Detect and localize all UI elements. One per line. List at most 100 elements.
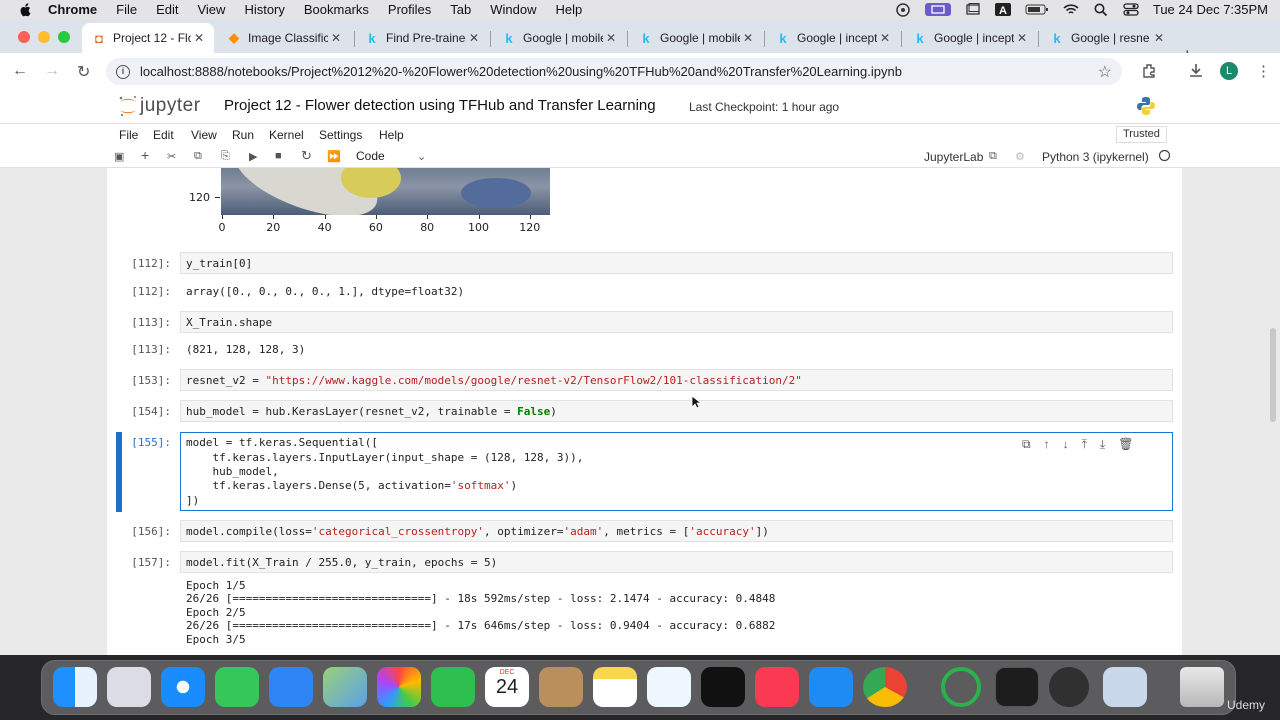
tab-project-12[interactable]: ◘ Project 12 - Flo ✕ bbox=[82, 23, 214, 53]
insert-cell-icon[interactable]: + bbox=[141, 147, 149, 163]
back-arrow-icon[interactable]: ← bbox=[12, 62, 28, 80]
nb-menu-edit[interactable]: Edit bbox=[153, 128, 174, 142]
menu-help[interactable]: Help bbox=[556, 2, 583, 17]
activity-ring-icon[interactable] bbox=[941, 667, 981, 707]
terminal-icon[interactable] bbox=[995, 667, 1039, 707]
close-tab-icon[interactable]: ✕ bbox=[1017, 31, 1027, 45]
menu-profiles[interactable]: Profiles bbox=[388, 2, 431, 17]
tab-google-resnet[interactable]: k Google | resne ✕ bbox=[1040, 23, 1174, 53]
code-cell-112[interactable] bbox=[180, 252, 1173, 274]
menu-edit[interactable]: Edit bbox=[156, 2, 178, 17]
kernel-name[interactable]: Python 3 (ipykernel) bbox=[1042, 150, 1149, 164]
bookmark-star-icon[interactable]: ☆ bbox=[1098, 62, 1112, 82]
cell-type-select[interactable]: Code bbox=[356, 149, 385, 163]
nb-menu-settings[interactable]: Settings bbox=[319, 128, 362, 142]
menu-file[interactable]: File bbox=[116, 2, 137, 17]
chevron-down-icon[interactable]: ⌄ bbox=[417, 150, 426, 163]
reload-icon[interactable]: ↻ bbox=[77, 62, 90, 82]
restart-icon[interactable]: ↻ bbox=[301, 148, 312, 164]
stop-icon[interactable]: ■ bbox=[275, 150, 282, 162]
cell-155-line-4[interactable]: tf.keras.layers.Dense(5, activation='sof… bbox=[186, 479, 517, 492]
close-tab-icon[interactable]: ✕ bbox=[194, 31, 204, 45]
wifi-icon[interactable] bbox=[1063, 3, 1079, 16]
apple-icon[interactable] bbox=[18, 2, 32, 17]
photos-icon[interactable] bbox=[377, 667, 421, 707]
nb-menu-help[interactable]: Help bbox=[379, 128, 404, 142]
tab-google-inception-1[interactable]: k Google | incepti ✕ bbox=[766, 23, 900, 53]
close-window-button[interactable] bbox=[18, 31, 30, 43]
tab-image-classification[interactable]: ◆ Image Classificati ✕ bbox=[217, 23, 351, 53]
app-a-icon[interactable]: A bbox=[994, 3, 1011, 17]
cell-155-line-1[interactable]: model = tf.keras.Sequential([ bbox=[186, 436, 378, 449]
cell-155-line-3[interactable]: hub_model, bbox=[186, 465, 278, 478]
more-menu-icon[interactable]: ⋮ bbox=[1256, 62, 1271, 80]
url-text[interactable]: localhost:8888/notebooks/Project%2012%20… bbox=[140, 64, 902, 79]
window-icon[interactable] bbox=[965, 3, 981, 16]
close-tab-icon[interactable]: ✕ bbox=[606, 31, 616, 45]
jupyterlab-link[interactable]: JupyterLab bbox=[924, 150, 983, 164]
nb-menu-run[interactable]: Run bbox=[232, 128, 254, 142]
run-icon[interactable]: ▶ bbox=[249, 150, 257, 163]
tab-google-mobile-2[interactable]: k Google | mobile ✕ bbox=[629, 23, 763, 53]
menu-tab[interactable]: Tab bbox=[450, 2, 471, 17]
mail-icon[interactable] bbox=[269, 667, 313, 707]
trash-icon[interactable] bbox=[1180, 667, 1224, 707]
cell-153-code[interactable]: resnet_v2 = "https://www.kaggle.com/mode… bbox=[186, 374, 802, 387]
maximize-window-button[interactable] bbox=[58, 31, 70, 43]
profile-avatar[interactable]: L bbox=[1220, 62, 1238, 80]
app-store-icon[interactable] bbox=[809, 667, 853, 707]
close-tab-icon[interactable]: ✕ bbox=[880, 31, 890, 45]
chrome-icon[interactable] bbox=[863, 667, 907, 707]
menu-window[interactable]: Window bbox=[490, 2, 536, 17]
clock[interactable]: Tue 24 Dec 7:35PM bbox=[1153, 2, 1268, 17]
copy-icon[interactable]: ⧉ bbox=[194, 150, 202, 163]
cut-icon[interactable]: ✂ bbox=[167, 150, 176, 163]
music-icon[interactable] bbox=[755, 667, 799, 707]
cell-157-code[interactable]: model.fit(X_Train / 255.0, y_train, epoc… bbox=[186, 556, 497, 569]
facetime-icon[interactable] bbox=[431, 667, 475, 707]
obs-icon[interactable] bbox=[1049, 667, 1089, 707]
move-down-icon[interactable]: ↓ bbox=[1063, 437, 1069, 452]
freeform-icon[interactable] bbox=[647, 667, 691, 707]
maps-icon[interactable] bbox=[323, 667, 367, 707]
preview-icon[interactable] bbox=[1103, 667, 1147, 707]
screen-mirror-icon[interactable] bbox=[924, 3, 951, 16]
restart-run-all-icon[interactable]: ⏩ bbox=[327, 150, 341, 163]
notebook-scroll-area[interactable]: 120 0 20 40 60 80 100 120 [112]: y_train[0] [1… bbox=[0, 168, 1280, 655]
code-cell-113[interactable] bbox=[180, 311, 1173, 333]
save-icon[interactable]: ▣ bbox=[114, 150, 124, 163]
tab-find-pretrained[interactable]: k Find Pre-trained ✕ bbox=[355, 23, 489, 53]
site-info-icon[interactable]: i bbox=[116, 64, 130, 79]
calendar-icon[interactable]: DEC 24 bbox=[485, 667, 529, 707]
nb-menu-file[interactable]: File bbox=[119, 128, 138, 142]
safari-icon[interactable] bbox=[161, 667, 205, 707]
close-tab-icon[interactable]: ✕ bbox=[469, 31, 479, 45]
battery-icon[interactable] bbox=[1025, 3, 1049, 16]
menu-view[interactable]: View bbox=[197, 2, 225, 17]
close-tab-icon[interactable]: ✕ bbox=[331, 31, 341, 45]
launchpad-icon[interactable] bbox=[107, 667, 151, 707]
cell-154-code[interactable]: hub_model = hub.KerasLayer(resnet_v2, tr… bbox=[186, 405, 557, 418]
messages-icon[interactable] bbox=[215, 667, 259, 707]
menu-bookmarks[interactable]: Bookmarks bbox=[304, 2, 369, 17]
duplicate-cell-icon[interactable]: ⧉ bbox=[1022, 437, 1031, 452]
close-tab-icon[interactable]: ✕ bbox=[743, 31, 753, 45]
menu-history[interactable]: History bbox=[244, 2, 284, 17]
cell-156-code[interactable]: model.compile(loss='categorical_crossent… bbox=[186, 525, 769, 538]
search-icon[interactable] bbox=[1093, 3, 1109, 17]
close-tab-icon[interactable]: ✕ bbox=[1154, 31, 1164, 45]
download-icon[interactable] bbox=[1188, 62, 1204, 82]
notes-icon[interactable] bbox=[593, 667, 637, 707]
cell-112-code[interactable]: y_train[0] bbox=[186, 257, 252, 270]
insert-above-icon[interactable]: ⤒ bbox=[1082, 437, 1087, 452]
forward-arrow-icon[interactable]: → bbox=[44, 62, 60, 80]
nb-menu-kernel[interactable]: Kernel bbox=[269, 128, 304, 142]
apple-tv-icon[interactable] bbox=[701, 667, 745, 707]
cell-113-code[interactable]: X_Train.shape bbox=[186, 316, 272, 329]
tab-google-inception-2[interactable]: k Google | incepti ✕ bbox=[903, 23, 1037, 53]
paste-icon[interactable]: ⎘ bbox=[221, 150, 230, 163]
settings-gear-icon[interactable]: ⚙ bbox=[1015, 150, 1025, 163]
notebook-title[interactable]: Project 12 - Flower detection using TFHu… bbox=[224, 97, 656, 114]
menu-app-name[interactable]: Chrome bbox=[48, 2, 97, 17]
finder-icon[interactable] bbox=[53, 667, 97, 707]
